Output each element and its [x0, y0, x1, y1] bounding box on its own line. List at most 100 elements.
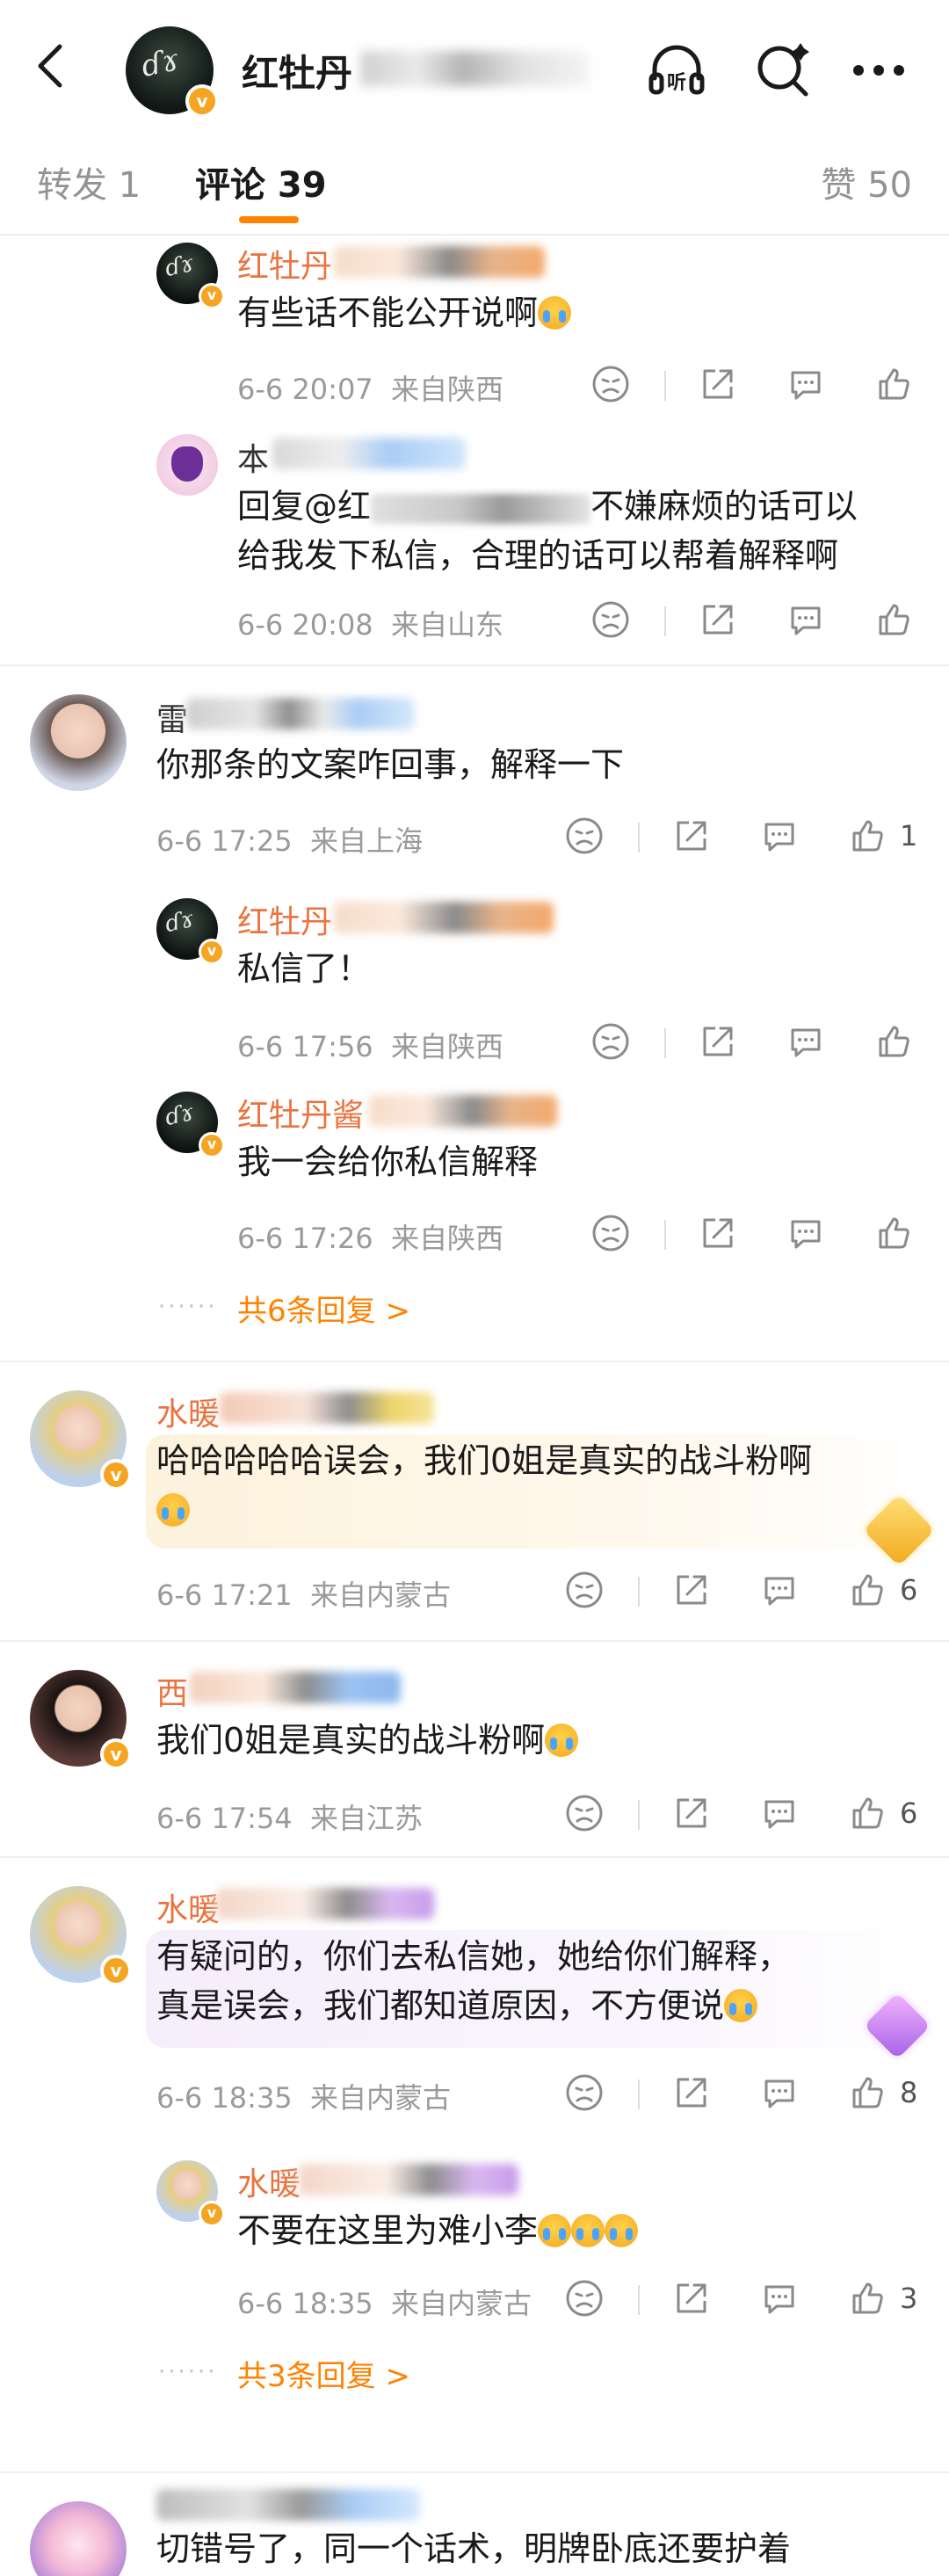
thread-dots: ······ [158, 1294, 218, 1320]
more-replies-link[interactable]: 共6条回复 > [237, 1287, 410, 1330]
action-bar: 6 [564, 1570, 933, 1614]
tab-comment[interactable]: 评论 39 [195, 156, 327, 207]
user-name[interactable]: 红牡丹酱 [237, 1090, 364, 1136]
dislike-icon[interactable] [590, 364, 634, 408]
share-icon[interactable] [671, 1570, 715, 1614]
comment-icon[interactable] [759, 2278, 803, 2322]
comment-text: 切错号了，同一个话术，明牌卧底还要护着 [156, 2529, 792, 2568]
divider [0, 1640, 949, 1642]
reply-item: 本 回复@红 不嫌麻烦的话可以 给我发下私信，合理的话可以帮着解释啊 6-6 20… [0, 431, 949, 650]
action-bar: 8 [564, 2072, 933, 2116]
laugh-cry-emoji-icon [605, 2214, 639, 2247]
like-icon[interactable] [847, 2278, 891, 2322]
comment-icon[interactable] [759, 816, 803, 860]
comment-icon[interactable] [759, 1570, 803, 1614]
like-icon[interactable] [873, 599, 917, 643]
user-name[interactable]: 西 [156, 1668, 188, 1714]
like-count: 8 [900, 2076, 918, 2109]
comment-icon[interactable] [786, 599, 829, 643]
verified-badge-icon: v [185, 84, 219, 118]
share-icon[interactable] [671, 1793, 715, 1837]
action-bar [590, 1021, 924, 1065]
comment-icon[interactable] [759, 1793, 803, 1837]
action-bar [590, 599, 924, 643]
laugh-cry-emoji-icon [724, 1989, 758, 2022]
share-icon[interactable] [698, 1213, 742, 1257]
cat-icon [171, 446, 203, 482]
share-icon[interactable] [671, 2278, 715, 2322]
user-name[interactable]: 水暖 [156, 1884, 220, 1930]
dislike-icon[interactable] [564, 2278, 608, 2322]
blurred-name-mask [334, 902, 554, 933]
listen-icon[interactable]: 听 [646, 40, 707, 101]
blurred-name-mask [156, 2489, 420, 2521]
laugh-cry-emoji-icon [538, 296, 572, 330]
blurred-name-mask [186, 698, 415, 729]
dislike-icon[interactable] [590, 1213, 634, 1257]
tab-like[interactable]: 赞 50 [821, 156, 912, 207]
more-icon[interactable] [848, 40, 909, 101]
user-name[interactable]: 水暖 [156, 1389, 220, 1434]
reply-text: 我一会给你私信解释 [237, 1143, 539, 1181]
author-name[interactable]: 红牡丹 [242, 44, 352, 98]
laugh-cry-emoji-icon [545, 1723, 579, 1757]
avatar[interactable]: ɗɤ v [156, 243, 225, 309]
dislike-icon[interactable] [590, 599, 634, 643]
like-icon[interactable] [873, 364, 917, 408]
dislike-icon[interactable] [564, 2072, 608, 2116]
comment-text: 有疑问的，你们去私信她，她给你们解释， 真是误会，我们都知道原因，不方便说 [156, 1937, 792, 2025]
share-icon[interactable] [698, 364, 742, 408]
like-count: 6 [900, 1796, 918, 1830]
user-name[interactable]: 红牡丹 [237, 241, 332, 287]
author-avatar[interactable]: ɗɤ v [126, 26, 219, 118]
blurred-name-mask [360, 51, 589, 86]
like-icon[interactable] [847, 2072, 891, 2116]
avatar[interactable] [30, 2501, 127, 2576]
top-bar: ɗɤ v 红牡丹 听 [0, 0, 949, 132]
action-bar [590, 1213, 924, 1257]
like-icon[interactable] [847, 816, 891, 860]
share-icon[interactable] [698, 1021, 742, 1065]
verified-badge-icon: v [199, 1132, 225, 1158]
like-icon[interactable] [847, 1793, 891, 1837]
user-name[interactable]: 本 [237, 434, 269, 480]
blurred-name-mask [369, 1095, 557, 1127]
action-bar [590, 364, 924, 408]
share-icon[interactable] [698, 599, 742, 643]
dislike-icon[interactable] [590, 1021, 634, 1065]
search-icon[interactable] [751, 40, 813, 101]
avatar[interactable]: v [156, 2160, 225, 2227]
user-name[interactable]: 水暖 [237, 2159, 301, 2204]
dislike-icon[interactable] [564, 1570, 608, 1614]
avatar[interactable]: v [30, 1390, 132, 1491]
reply-item: ɗɤ v 红牡丹 有些话不能公开说啊 6-6 20:07 来自陕西 [0, 236, 949, 442]
avatar[interactable]: v [30, 1670, 132, 1770]
comment-icon[interactable] [759, 2072, 803, 2116]
comment-meta: 6-6 17:54 来自江苏 [156, 1802, 424, 1835]
avatar[interactable] [156, 434, 218, 496]
comment-icon[interactable] [786, 364, 829, 408]
reply-text: 私信了！ [237, 949, 372, 988]
like-icon[interactable] [847, 1570, 891, 1614]
user-name[interactable]: 红牡丹 [237, 896, 332, 942]
comment-icon[interactable] [786, 1213, 829, 1257]
avatar[interactable]: ɗɤ v [156, 1092, 225, 1158]
divider [638, 2079, 640, 2109]
like-icon[interactable] [873, 1213, 917, 1257]
more-replies-link[interactable]: 共3条回复 > [237, 2352, 410, 2395]
avatar[interactable] [30, 694, 127, 791]
divider [0, 1361, 949, 1362]
back-arrow-icon[interactable] [26, 40, 79, 92]
divider [0, 1856, 949, 1858]
tab-repost[interactable]: 转发 1 [37, 156, 141, 207]
share-icon[interactable] [671, 816, 715, 860]
share-icon[interactable] [671, 2072, 715, 2116]
avatar[interactable]: ɗɤ v [156, 898, 225, 965]
dislike-icon[interactable] [564, 1793, 608, 1837]
comment-icon[interactable] [786, 1021, 829, 1065]
like-icon[interactable] [873, 1021, 917, 1065]
laugh-cry-emoji-icon [571, 2214, 605, 2247]
avatar[interactable]: v [30, 1886, 132, 1986]
dislike-icon[interactable] [564, 816, 608, 860]
user-name[interactable]: 雷 [156, 694, 188, 740]
